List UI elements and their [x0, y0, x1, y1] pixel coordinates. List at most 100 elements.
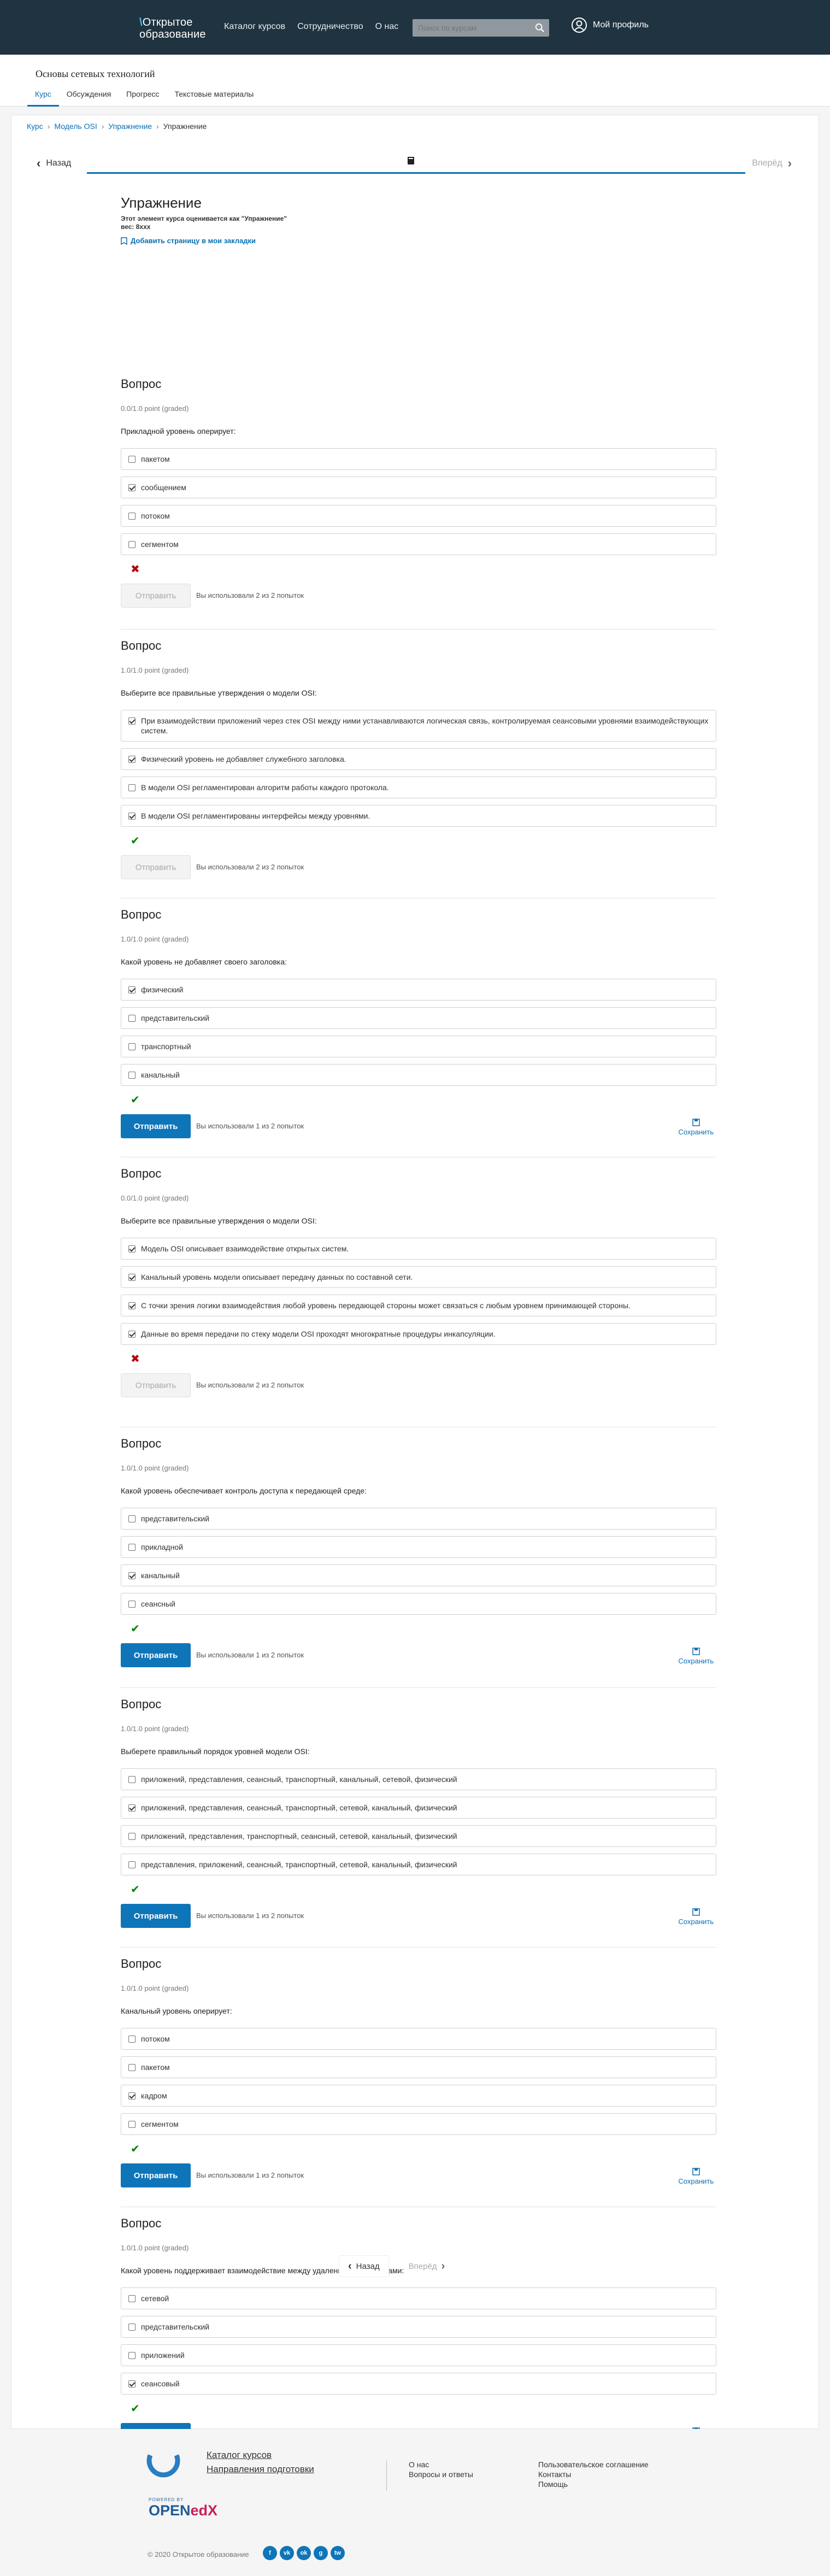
- save-button[interactable]: Сохранить: [678, 1648, 714, 1665]
- choice-option[interactable]: потоком: [121, 505, 716, 527]
- choice-option[interactable]: потоком: [121, 2028, 716, 2050]
- nav-link-about[interactable]: О нас: [375, 22, 399, 32]
- choice-option[interactable]: сегментом: [121, 2113, 716, 2135]
- choice-option[interactable]: кадром: [121, 2085, 716, 2107]
- choice-checkbox[interactable]: [128, 2064, 136, 2071]
- choice-checkbox[interactable]: [128, 1072, 136, 1079]
- footer-logo-icon[interactable]: [146, 2444, 181, 2479]
- choice-checkbox[interactable]: [128, 2380, 136, 2387]
- tab-course[interactable]: Курс: [27, 86, 59, 107]
- choice-option[interactable]: приложений: [121, 2344, 716, 2366]
- choice-checkbox[interactable]: [128, 1804, 136, 1812]
- submit-button[interactable]: Отправить: [121, 1643, 191, 1667]
- tab-text-materials[interactable]: Текстовые материалы: [167, 86, 262, 107]
- choice-option[interactable]: представительский: [121, 2316, 716, 2338]
- book-icon[interactable]: [407, 156, 415, 165]
- choice-option[interactable]: транспортный: [121, 1036, 716, 1057]
- choice-checkbox[interactable]: [128, 1302, 136, 1309]
- choice-option[interactable]: представительский: [121, 1007, 716, 1029]
- choice-checkbox[interactable]: [128, 2092, 136, 2099]
- choice-option[interactable]: пакетом: [121, 448, 716, 470]
- bottom-prev-button[interactable]: ‹ Назад: [339, 2255, 389, 2277]
- choice-option[interactable]: С точки зрения логики взаимодействия люб…: [121, 1295, 716, 1316]
- choice-checkbox[interactable]: [128, 2295, 136, 2302]
- bottom-next-button[interactable]: Вперёд ›: [400, 2255, 454, 2277]
- choice-checkbox[interactable]: [128, 1861, 136, 1868]
- search-input[interactable]: [413, 19, 527, 37]
- choice-checkbox[interactable]: [128, 456, 136, 463]
- choice-option[interactable]: канальный: [121, 1064, 716, 1086]
- tab-progress[interactable]: Прогресс: [119, 86, 167, 107]
- save-button[interactable]: Сохранить: [678, 2168, 714, 2185]
- site-logo[interactable]: \Открытое образование: [139, 16, 206, 40]
- submit-button[interactable]: Отправить: [121, 2163, 191, 2187]
- sequence-prev-button[interactable]: ‹ Назад: [37, 152, 71, 174]
- choice-checkbox[interactable]: [128, 2121, 136, 2128]
- choice-option[interactable]: В модели OSI регламентированы интерфейсы…: [121, 805, 716, 827]
- choice-option[interactable]: прикладной: [121, 1536, 716, 1558]
- nav-link-catalog[interactable]: Каталог курсов: [224, 22, 285, 32]
- choice-option[interactable]: представительский: [121, 1508, 716, 1530]
- choice-option[interactable]: сеансный: [121, 1593, 716, 1615]
- choice-checkbox[interactable]: [128, 717, 136, 725]
- choice-checkbox[interactable]: [128, 1245, 136, 1252]
- footer-link-catalog[interactable]: Каталог курсов: [207, 2450, 314, 2461]
- choice-checkbox[interactable]: [128, 1515, 136, 1522]
- choice-option[interactable]: представления, приложений, сеансный, тра…: [121, 1854, 716, 1875]
- choice-checkbox[interactable]: [128, 2036, 136, 2043]
- vk-icon[interactable]: vk: [280, 2546, 294, 2560]
- twitter-icon[interactable]: tw: [331, 2546, 345, 2560]
- submit-button[interactable]: Отправить: [121, 584, 191, 608]
- google-plus-icon[interactable]: g: [314, 2546, 328, 2560]
- submit-button[interactable]: Отправить: [121, 855, 191, 879]
- save-button[interactable]: Сохранить: [678, 1908, 714, 1926]
- choice-checkbox[interactable]: [128, 513, 136, 520]
- choice-checkbox[interactable]: [128, 813, 136, 820]
- choice-option[interactable]: приложений, представления, сеансный, тра…: [121, 1768, 716, 1790]
- choice-checkbox[interactable]: [128, 1601, 136, 1608]
- breadcrumb-course[interactable]: Курс: [27, 122, 43, 131]
- choice-checkbox[interactable]: [128, 986, 136, 993]
- choice-checkbox[interactable]: [128, 784, 136, 791]
- choice-option[interactable]: пакетом: [121, 2056, 716, 2078]
- choice-option[interactable]: приложений, представления, сеансный, тра…: [121, 1797, 716, 1819]
- choice-option[interactable]: Модель OSI описывает взаимодействие откр…: [121, 1238, 716, 1260]
- choice-checkbox[interactable]: [128, 484, 136, 491]
- choice-checkbox[interactable]: [128, 541, 136, 548]
- odnoklassniki-icon[interactable]: ok: [297, 2546, 311, 2560]
- choice-checkbox[interactable]: [128, 756, 136, 763]
- footer-link-directions[interactable]: Направления подготовки: [207, 2464, 314, 2475]
- choice-checkbox[interactable]: [128, 1833, 136, 1840]
- choice-checkbox[interactable]: [128, 1274, 136, 1281]
- footer-link-contacts[interactable]: Контакты: [538, 2470, 649, 2479]
- search-icon[interactable]: [535, 23, 545, 33]
- choice-option[interactable]: канальный: [121, 1565, 716, 1586]
- choice-checkbox[interactable]: [128, 1015, 136, 1022]
- choice-checkbox[interactable]: [128, 1331, 136, 1338]
- choice-option[interactable]: сегментом: [121, 533, 716, 555]
- choice-checkbox[interactable]: [128, 2324, 136, 2331]
- profile-menu[interactable]: Мой профиль: [571, 17, 649, 33]
- choice-option[interactable]: приложений, представления, транспортный,…: [121, 1825, 716, 1847]
- choice-checkbox[interactable]: [128, 2352, 136, 2359]
- footer-link-terms[interactable]: Пользовательское соглашение: [538, 2460, 649, 2469]
- breadcrumb-section[interactable]: Модель OSI: [54, 122, 97, 131]
- choice-option[interactable]: При взаимодействии приложений через стек…: [121, 710, 716, 742]
- tab-discussion[interactable]: Обсуждения: [59, 86, 119, 107]
- nav-link-partnership[interactable]: Сотрудничество: [297, 22, 363, 32]
- choice-checkbox[interactable]: [128, 1572, 136, 1579]
- footer-link-faq[interactable]: Вопросы и ответы: [409, 2470, 473, 2479]
- footer-link-help[interactable]: Помощь: [538, 2480, 649, 2489]
- facebook-icon[interactable]: f: [263, 2546, 277, 2560]
- choice-checkbox[interactable]: [128, 1776, 136, 1783]
- save-button[interactable]: Сохранить: [678, 1119, 714, 1136]
- choice-option[interactable]: сообщением: [121, 477, 716, 498]
- powered-by-openedx[interactable]: POWERED BY OPENedX: [149, 2497, 217, 2519]
- choice-option[interactable]: Данные во время передачи по стеку модели…: [121, 1323, 716, 1345]
- submit-button[interactable]: Отправить: [121, 1373, 191, 1397]
- choice-option[interactable]: сеансовый: [121, 2373, 716, 2395]
- bookmark-button[interactable]: Добавить страницу в мои закладки: [121, 237, 716, 245]
- sequence-next-button[interactable]: Вперёд ›: [752, 152, 792, 174]
- choice-option[interactable]: физический: [121, 979, 716, 1001]
- choice-checkbox[interactable]: [128, 1544, 136, 1551]
